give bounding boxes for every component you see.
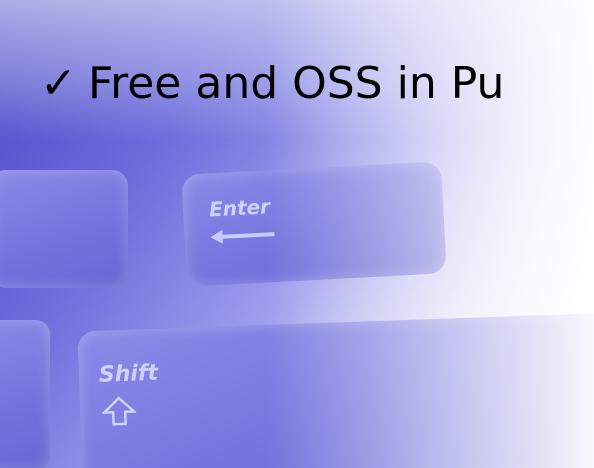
shift-key: Shift — [77, 312, 594, 468]
bullet-text: Free and OSS in Pu — [88, 58, 505, 109]
enter-key: Enter — [181, 161, 447, 287]
small-key — [0, 170, 128, 288]
shift-key-label: Shift — [98, 360, 159, 388]
shift-arrow-icon — [101, 396, 137, 426]
left-edge-key — [0, 320, 50, 468]
enter-key-label: Enter — [208, 194, 271, 222]
check-icon: ✓ — [40, 58, 77, 109]
enter-arrow-icon — [210, 229, 275, 244]
bullet-item: ✓ Free and OSS in Pu — [40, 62, 504, 106]
